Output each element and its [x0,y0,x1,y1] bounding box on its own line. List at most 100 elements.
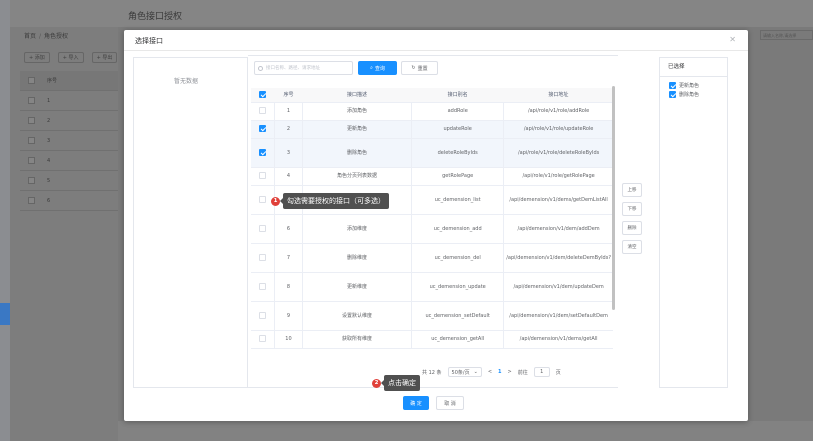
selected-title: 已选择 [660,58,727,77]
row-checkbox[interactable] [259,172,267,179]
table-row[interactable]: 6 添加维度 uc_demension_add/api/demension/v1/d… [251,214,613,244]
step-badge: 1 [271,196,280,206]
callout-click-confirm: 2 点击确定 [372,375,420,391]
cell-no: 1 [274,102,303,121]
row-checkbox[interactable] [259,125,267,132]
query-button[interactable]: ⌕ 查询 [358,61,397,75]
table-row[interactable]: 9 设置默认维度 uc_demension_setDefault/api/demen… [251,301,613,331]
empty-text: 暂无数据 [174,78,199,85]
goto-label: 前往 [517,369,528,376]
table-row[interactable]: 1 [20,91,118,111]
prev-page-button[interactable]: < [488,369,492,375]
current-page[interactable]: 1 [498,369,501,375]
background-table: 序号 1 2 3 4 5 6 [20,71,118,211]
column-header-alias: 接口别名 [411,88,504,103]
search-input[interactable]: 接口名称、路径、请求地址 [254,61,353,75]
left-tree-panel: 暂无数据 [133,57,248,388]
cell-desc: 获取所有维度 [301,330,412,349]
table-row[interactable]: 3 [20,131,118,151]
confirm-button[interactable]: 确 定 [403,396,429,410]
step-badge: 2 [372,378,381,388]
table-row[interactable]: 10 获取所有维度 uc_demension_getAll/api/demensio… [251,330,613,349]
checkbox[interactable] [28,77,35,84]
goto-page-input[interactable]: 1 [533,367,550,377]
background-footer [118,421,813,441]
background-search-input[interactable]: 请输入名称,请选择 [760,30,813,40]
table-row[interactable]: 2 更新角色 updateRole/api/role/v1/role/updateR… [251,120,613,139]
table-row[interactable]: 7 删除维度 uc_demension_del/api/demension/v1/d… [251,243,613,273]
row-checkbox[interactable] [259,224,267,232]
row-checkbox[interactable] [259,148,267,156]
add-button[interactable]: + 添加 [24,52,50,63]
cell-alias: addRole [411,102,504,121]
import-button[interactable]: + 导入 [57,52,84,63]
move-up-button[interactable]: 上移 [622,183,642,197]
selected-item[interactable]: 删除角色 [660,90,727,99]
cell-url: /api/demension/v1/dem/deleteDemByIds? [503,243,613,273]
background-actions: + 添加 + 导入 + 导出 [24,52,118,63]
cell-url: /api/demension/v1/dems/getAll [503,330,613,349]
next-page-button[interactable]: > [508,369,512,375]
api-table: 序号 接口描述 接口别名 接口地址 1 添加角色 addRole/api/role/… [251,88,613,388]
table-row[interactable]: 2 [20,111,118,131]
table-row[interactable]: 1 添加角色 addRole/api/role/v1/role/addRole [251,102,613,121]
table-row[interactable]: 6 [20,191,118,211]
breadcrumb-home[interactable]: 首页 [24,33,36,40]
cell-no: 7 [274,243,303,273]
row-checkbox[interactable] [259,195,267,203]
sidebar-active-item[interactable] [0,303,10,325]
checkbox[interactable] [28,177,35,184]
dialog-divider [124,50,748,51]
checkbox[interactable] [28,137,35,144]
dialog-title: 选择接口 [135,37,163,45]
cancel-button[interactable]: 取 消 [436,396,464,410]
cell-alias: uc_demension_list [411,185,504,215]
table-row[interactable]: 5 [20,171,118,191]
row-checkbox[interactable] [259,253,267,261]
chevron-down-icon: ⌄ [473,369,478,375]
selected-item[interactable]: 更新角色 [660,81,727,90]
reset-button[interactable]: ↻ 重置 [401,61,438,75]
callout-text: 点击确定 [381,375,420,391]
table-scrollbar[interactable] [612,86,615,310]
cell-url: /api/demension/v1/dems/getDemListAll [503,185,613,215]
checkbox[interactable] [669,91,676,98]
cell-url: /api/demension/v1/dem/addDem [503,214,613,244]
cell-no: 3 [274,138,303,168]
row-checkbox[interactable] [259,335,267,342]
cell-desc: 更新角色 [301,120,412,139]
cell-desc: 角色分页列表数据 [301,167,412,186]
cell-desc: 删除维度 [301,243,412,273]
checkbox[interactable] [28,157,35,164]
callout-select-apis: 1 勾选需要授权的接口（可多选） [271,193,389,209]
table-row[interactable]: 4 角色分页列表数据 getRolePage/api/role/v1/role/ge… [251,167,613,186]
checkbox[interactable] [28,97,35,104]
table-row[interactable]: 4 [20,151,118,171]
table-row[interactable]: 8 更新维度 uc_demension_update/api/demension/v… [251,272,613,302]
row-checkbox[interactable] [259,282,267,290]
transfer-buttons: 上移 下移 删除 清空 [622,183,642,254]
move-down-button[interactable]: 下移 [622,202,642,216]
select-all-checkbox[interactable] [259,90,267,98]
checkbox[interactable] [28,117,35,124]
checkbox[interactable] [28,197,35,204]
checkbox[interactable] [669,82,676,89]
cell-no: 9 [274,301,303,331]
delete-button[interactable]: 删除 [622,221,642,235]
page-size-select[interactable]: 50条/页 ⌄ [447,367,482,377]
cell-alias: uc_demension_add [411,214,504,244]
cell-alias: updateRole [411,120,504,139]
column-header-no: 序号 [274,88,303,103]
clear-button[interactable]: 清空 [622,240,642,254]
table-header: 序号 [20,71,118,91]
table-row[interactable]: 3 删除角色 deleteRoleByIds/api/role/v1/role/de… [251,138,613,168]
cell-alias: uc_demension_getAll [411,330,504,349]
row-checkbox[interactable] [259,107,267,114]
cell-url: /api/role/v1/role/updateRole [503,120,613,139]
cell-no: 4 [274,167,303,186]
cell-alias: getRolePage [411,167,504,186]
close-icon[interactable]: ✕ [729,35,736,44]
export-button[interactable]: + 导出 [91,52,118,63]
row-checkbox[interactable] [259,311,267,319]
pagination: 共 12 条 50条/页 ⌄ < 1 > 前往 1 页 [422,367,561,377]
